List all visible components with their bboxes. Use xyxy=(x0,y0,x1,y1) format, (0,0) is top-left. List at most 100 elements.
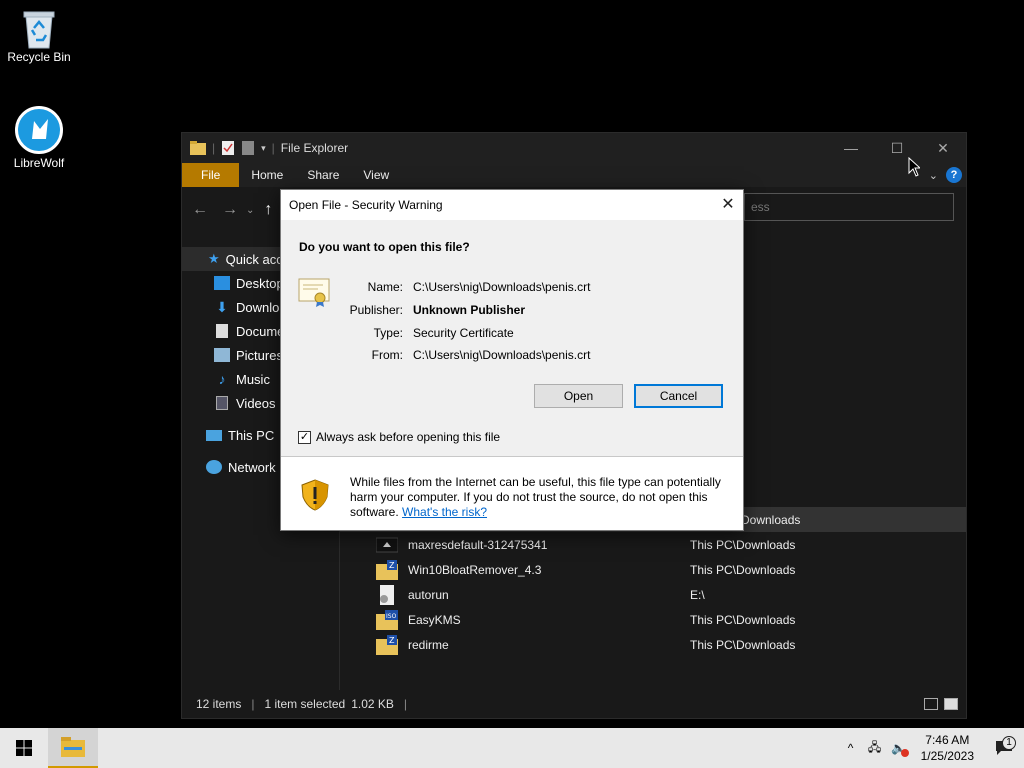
svg-text:Z: Z xyxy=(389,636,395,645)
file-row[interactable]: ISO EasyKMS This PC\Downloads xyxy=(340,607,966,632)
divider: | xyxy=(212,141,216,155)
window-title: File Explorer xyxy=(280,141,349,155)
computer-icon xyxy=(206,429,222,441)
volume-muted-icon[interactable]: 🔈 xyxy=(887,741,911,757)
sidebar-item-label: Network xyxy=(228,459,276,475)
customize-dropdown-icon[interactable]: ▾ xyxy=(261,143,266,154)
recycle-bin-desktop-icon[interactable]: Recycle Bin xyxy=(1,8,77,64)
file-name: maxresdefault-312475341 xyxy=(408,537,548,552)
expand-ribbon-icon[interactable]: ⌄ xyxy=(929,169,938,182)
file-location: This PC\Downloads xyxy=(690,537,796,552)
recycle-bin-label: Recycle Bin xyxy=(7,50,71,64)
librewolf-desktop-icon[interactable]: LibreWolf xyxy=(1,106,77,170)
minimize-button[interactable]: — xyxy=(828,133,874,163)
type-label: Type: xyxy=(373,325,403,340)
always-ask-option[interactable]: ✓ Always ask before opening this file xyxy=(298,430,500,444)
file-info: Name: C:\Users\nig\Downloads\penis.crt P… xyxy=(331,276,591,367)
file-explorer-icon xyxy=(61,737,85,757)
publisher-label: Publisher: xyxy=(349,303,403,318)
zip-folder-icon: Z xyxy=(376,634,398,655)
settings-file-icon xyxy=(380,584,394,605)
sidebar-item-label: This PC xyxy=(228,427,275,443)
clock-time: 7:46 AM xyxy=(925,733,970,747)
sidebar-item-label: Quick acc xyxy=(225,251,283,267)
selected-size: 1.02 KB xyxy=(351,697,394,711)
search-input[interactable]: ess xyxy=(744,193,954,221)
quick-access-toolbar: | ▾ | xyxy=(182,140,275,156)
name-value: C:\Users\nig\Downloads\penis.crt xyxy=(413,280,591,295)
file-row[interactable]: maxresdefault-312475341 This PC\Download… xyxy=(340,532,966,557)
folder-icon xyxy=(190,141,206,155)
file-location: This PC\Downloads xyxy=(690,637,796,652)
from-label: From: xyxy=(371,348,403,363)
help-icon[interactable]: ? xyxy=(946,167,962,183)
dialog-question: Do you want to open this file? xyxy=(299,240,470,254)
iso-folder-icon: ISO xyxy=(376,609,398,630)
show-hidden-icons-chevron-icon[interactable]: ^ xyxy=(839,741,863,755)
sidebar-item-label: Desktop xyxy=(236,275,284,291)
pictures-icon xyxy=(214,348,230,362)
details-view-icon[interactable] xyxy=(924,698,938,710)
security-warning-dialog: Open File - Security Warning ✕ Do you wa… xyxy=(280,189,744,531)
windows-logo-icon xyxy=(16,740,32,756)
from-value: C:\Users\nig\Downloads\penis.crt xyxy=(413,348,591,363)
music-note-icon: ♪ xyxy=(218,371,226,387)
network-status-icon[interactable]: 🖧 xyxy=(863,738,887,759)
file-location: This PC\Downloads xyxy=(690,612,796,627)
file-row[interactable]: autorun E:\ xyxy=(340,582,966,607)
taskbar-file-explorer-button[interactable] xyxy=(48,728,98,768)
tab-view[interactable]: View xyxy=(351,163,401,187)
always-ask-checkbox[interactable]: ✓ xyxy=(298,430,311,444)
large-icons-view-icon[interactable] xyxy=(944,698,958,710)
status-bar: 12 items | 1 item selected 1.02 KB | xyxy=(182,690,966,718)
divider: | xyxy=(251,697,255,711)
mouse-cursor-icon xyxy=(908,157,920,177)
file-row[interactable]: Z redirme This PC\Downloads xyxy=(340,632,966,657)
system-tray: ^ 🖧 🔈 7:46 AM 1/25/2023 1 xyxy=(839,728,1024,768)
recent-locations-icon[interactable]: ⌄ xyxy=(246,205,254,216)
clock[interactable]: 7:46 AM 1/25/2023 xyxy=(911,732,984,764)
properties-icon[interactable] xyxy=(221,140,235,156)
file-name: EasyKMS xyxy=(408,612,461,627)
forward-arrow-icon[interactable]: → xyxy=(222,201,238,219)
desktop-icon xyxy=(214,276,230,290)
file-location: This PC\Downloads xyxy=(690,562,796,577)
sidebar-item-label: Videos xyxy=(236,395,276,411)
librewolf-label: LibreWolf xyxy=(13,156,65,170)
tab-share[interactable]: Share xyxy=(295,163,351,187)
start-button[interactable] xyxy=(0,728,48,768)
back-arrow-icon[interactable]: ← xyxy=(192,201,208,219)
action-center-button[interactable]: 1 xyxy=(984,736,1024,756)
up-arrow-icon[interactable]: ↑ xyxy=(264,201,272,219)
cancel-button[interactable]: Cancel xyxy=(634,384,723,408)
image-file-icon xyxy=(376,537,398,552)
star-icon: ★ xyxy=(208,251,220,266)
network-icon xyxy=(206,460,222,474)
sidebar-item-label: Downloa xyxy=(236,299,287,315)
videos-icon xyxy=(216,396,228,410)
explorer-titlebar[interactable]: | ▾ | File Explorer — ☐ ✕ xyxy=(182,133,966,163)
certificate-icon xyxy=(298,278,330,307)
tab-file[interactable]: File xyxy=(182,163,240,187)
clock-date: 1/25/2023 xyxy=(920,749,974,763)
sidebar-item-label: Music xyxy=(236,371,270,387)
close-button[interactable]: ✕ xyxy=(920,133,966,163)
dialog-titlebar[interactable]: Open File - Security Warning ✕ xyxy=(281,190,743,220)
file-location: E:\ xyxy=(690,587,705,602)
download-arrow-icon: ⬇ xyxy=(216,298,228,315)
whats-the-risk-link[interactable]: What's the risk? xyxy=(402,505,487,519)
dialog-title: Open File - Security Warning xyxy=(289,198,443,212)
new-folder-icon[interactable] xyxy=(241,140,255,156)
tab-home[interactable]: Home xyxy=(239,163,295,187)
document-icon xyxy=(216,324,228,338)
notification-count-badge: 1 xyxy=(1002,736,1016,750)
file-row[interactable]: Z Win10BloatRemover_4.3 This PC\Download… xyxy=(340,557,966,582)
zip-folder-icon: Z xyxy=(376,559,398,580)
librewolf-icon xyxy=(15,106,63,154)
open-button[interactable]: Open xyxy=(534,384,623,408)
svg-text:ISO: ISO xyxy=(386,613,397,620)
sidebar-item-label: Pictures xyxy=(236,347,283,363)
dialog-close-button[interactable]: ✕ xyxy=(713,190,743,220)
file-name: Win10BloatRemover_4.3 xyxy=(408,562,542,577)
recycle-bin-icon xyxy=(22,8,56,49)
